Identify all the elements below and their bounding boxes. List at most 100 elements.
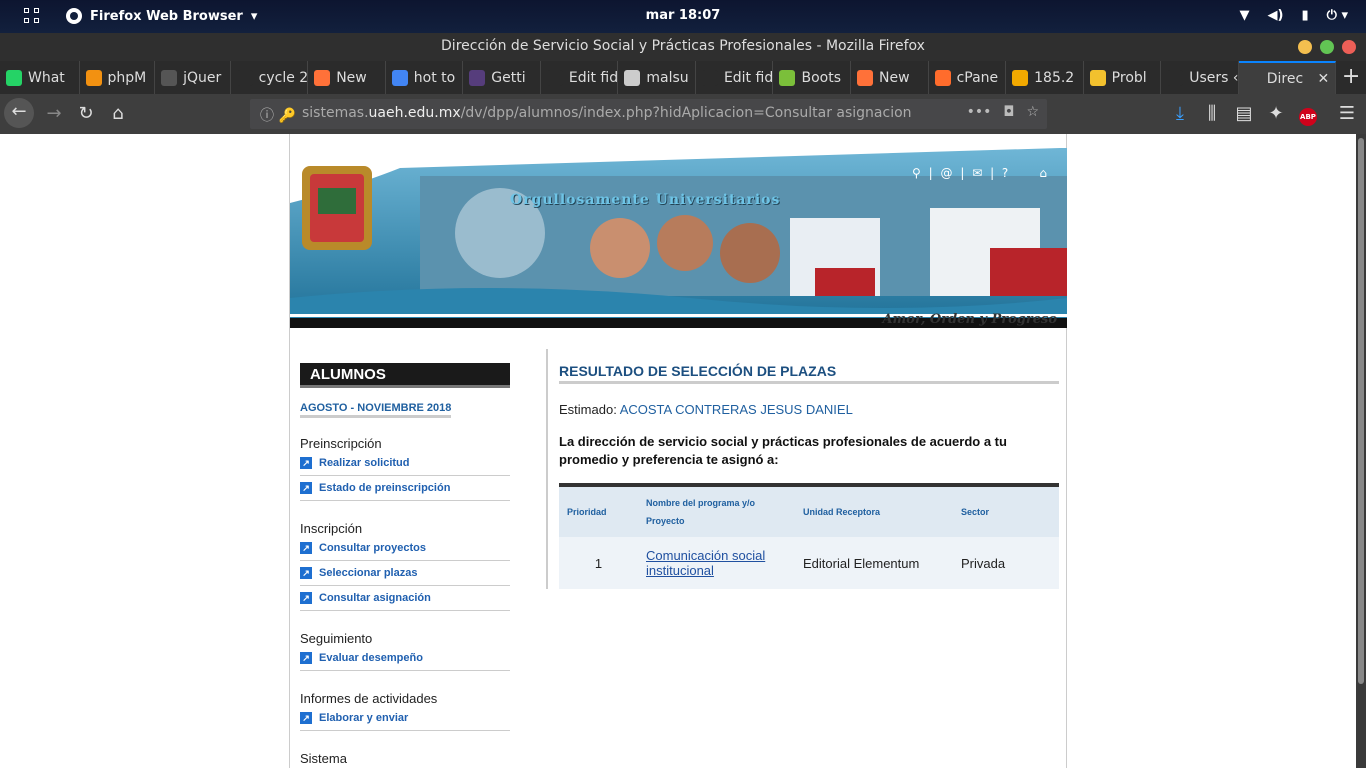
sidebar-link[interactable]: ↗ Elaborar y enviar (300, 706, 510, 731)
forward-button[interactable]: → (40, 100, 68, 128)
column-header-programa: Nombre del programa y/o Proyecto (638, 485, 795, 537)
tab[interactable]: hot to (386, 61, 464, 94)
tab-label: Users ‹ N (1189, 69, 1239, 86)
at-icon[interactable]: @ (941, 166, 955, 180)
greeting-label: Estimado: (559, 402, 617, 417)
menu-icon[interactable]: ☰ (1333, 100, 1361, 128)
tab[interactable]: What (0, 61, 80, 94)
page-actions-icon[interactable]: ••• (967, 104, 992, 120)
tab-favicon-icon (1012, 69, 1029, 86)
tab-label: New (879, 69, 910, 86)
search-icon[interactable]: ⚲ (912, 166, 923, 180)
assignment-message: La dirección de servicio social y prácti… (559, 434, 1007, 467)
greeting: Estimado: ACOSTA CONTRERAS JESUS DANIEL (559, 402, 1059, 417)
tab-favicon-icon (85, 69, 102, 86)
column-divider (546, 349, 548, 589)
tab-favicon-icon (314, 69, 331, 86)
tab-strip: What phpM jQuer cycle 2 New hot to Getti Edit f… (0, 61, 1366, 94)
tab[interactable]: Probl (1084, 61, 1162, 94)
url-bar[interactable]: ⓘ 🔑 sistemas.uaeh.edu.mx/dv/dpp/alumnos/… (250, 99, 1047, 129)
tab[interactable]: 185.2 (1006, 61, 1084, 94)
back-button[interactable]: ← (4, 98, 34, 128)
tab-favicon-icon (857, 69, 874, 86)
arrow-link-icon: ↗ (300, 567, 312, 579)
column-header-unidad: Unidad Receptora (795, 485, 953, 537)
banner-utility-icons[interactable]: ⚲ | @ | ✉ | ? ⌂ (912, 166, 1049, 180)
tab[interactable]: Users ‹ N (1161, 61, 1239, 94)
web-page: ⚲ | @ | ✉ | ? ⌂ Orgullosamente Universit… (0, 134, 1356, 768)
assignment-table: Prioridad Nombre del programa y/o Proyec… (559, 483, 1059, 589)
site-info-icon[interactable]: ⓘ 🔑 (260, 105, 296, 125)
reload-button[interactable]: ↻ (72, 100, 100, 128)
clock[interactable]: mar 18:07 (0, 8, 1366, 23)
tab-favicon-icon (161, 69, 178, 86)
home-icon[interactable]: ⌂ (1039, 166, 1049, 180)
tab[interactable]: New (851, 61, 929, 94)
scrollbar[interactable] (1356, 134, 1366, 768)
main-content: RESULTADO DE SELECCIÓN DE PLAZAS Estimad… (559, 363, 1059, 589)
tab[interactable]: cPane (929, 61, 1007, 94)
system-top-bar: Firefox Web Browser ▾ mar 18:07 ▼ ◀) ▮ ⏻… (0, 0, 1366, 33)
sidebar-group-title: Seguimiento (300, 631, 373, 646)
tab-favicon-icon (701, 69, 718, 86)
tab[interactable]: New (308, 61, 386, 94)
close-window-button[interactable] (1342, 40, 1356, 54)
tab[interactable]: phpM (80, 61, 156, 94)
help-icon[interactable]: ? (1002, 166, 1010, 180)
tab-favicon-icon (1167, 69, 1184, 86)
library-icon[interactable]: ⫼ (1198, 100, 1226, 128)
tab[interactable]: Getti (463, 61, 541, 94)
wifi-icon: ▼ (1239, 8, 1250, 23)
sidebar-link[interactable]: ↗ Consultar asignación (300, 586, 510, 611)
tab[interactable]: Edit fidd (541, 61, 619, 94)
tab-favicon-icon (1089, 69, 1106, 86)
site-container: ⚲ | @ | ✉ | ? ⌂ Orgullosamente Universit… (289, 134, 1067, 768)
maximize-button[interactable] (1320, 40, 1334, 54)
tab-favicon-icon (546, 69, 563, 86)
tab-active[interactable]: Direc ✕ (1238, 61, 1337, 94)
cell-sector: Privada (953, 537, 1059, 589)
sidebar-link-label: Evaluar desempeño (319, 652, 423, 664)
tab[interactable]: cycle 2 (231, 61, 309, 94)
gnome-icon[interactable]: ✦ (1262, 100, 1290, 128)
close-tab-icon[interactable]: ✕ (1317, 71, 1329, 87)
system-tray[interactable]: ▼ ◀) ▮ ⏻ ▾ (1240, 8, 1348, 23)
tab-label: Direc (1266, 70, 1304, 87)
cell-unidad: Editorial Elementum (795, 537, 953, 589)
arrow-link-icon: ↗ (300, 542, 312, 554)
sidebar-link[interactable]: ↗ Consultar proyectos (300, 536, 510, 561)
tab-label: jQuer (183, 69, 222, 86)
sidebar-group-title: Informes de actividades (300, 691, 438, 706)
arrow-link-icon: ↗ (300, 482, 312, 494)
header-banner: ⚲ | @ | ✉ | ? ⌂ Orgullosamente Universit… (290, 148, 1067, 328)
url-text[interactable]: sistemas.uaeh.edu.mx/dv/dpp/alumnos/inde… (302, 105, 912, 121)
tab[interactable]: malsu (618, 61, 696, 94)
arrow-link-icon: ↗ (300, 652, 312, 664)
bookmark-star-icon[interactable]: ☆ (1026, 104, 1039, 120)
tab-label: Getti (491, 69, 526, 86)
sidebar-link[interactable]: ↗ Seleccionar plazas (300, 561, 510, 586)
minimize-button[interactable] (1298, 40, 1312, 54)
tab-label: Edit fidd (723, 69, 774, 86)
program-link[interactable]: Comunicación social institucional (646, 548, 765, 578)
tab-label: 185.2 (1034, 69, 1075, 86)
new-tab-button[interactable]: + (1336, 61, 1366, 94)
mail-icon[interactable]: ✉ (972, 166, 984, 180)
adblock-icon[interactable]: ABP (1294, 100, 1322, 128)
sidebar-icon[interactable]: ▤ (1230, 100, 1258, 128)
sidebar: ALUMNOS AGOSTO - NOVIEMBRE 2018 Preinscr… (300, 363, 510, 768)
tab[interactable]: Edit fidd (696, 61, 774, 94)
home-button[interactable]: ⌂ (104, 100, 132, 128)
pocket-icon[interactable]: ◘ (1003, 104, 1014, 120)
cell-prioridad: 1 (559, 537, 638, 589)
download-icon[interactable]: ⤓ (1166, 100, 1194, 128)
tab-label: malsu (646, 69, 689, 86)
sidebar-link[interactable]: ↗ Realizar solicitud (300, 451, 510, 476)
tab-favicon-icon (1244, 70, 1261, 87)
tab[interactable]: jQuer (155, 61, 231, 94)
tab[interactable]: Boots (773, 61, 852, 94)
sidebar-link[interactable]: ↗ Estado de preinscripción (300, 476, 510, 501)
sidebar-link[interactable]: ↗ Evaluar desempeño (300, 646, 510, 671)
tab-label: What (28, 69, 65, 86)
volume-icon: ◀) (1267, 8, 1284, 23)
